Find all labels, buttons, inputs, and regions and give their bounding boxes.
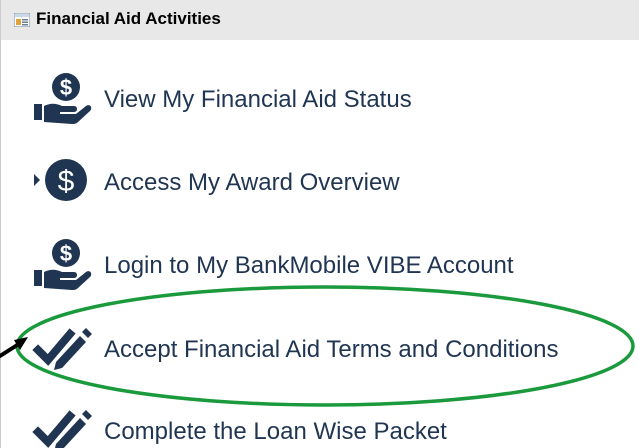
item-label: Access My Award Overview	[104, 169, 400, 196]
item-label: Login to My BankMobile VIBE Account	[104, 252, 514, 279]
expand-arrow-icon	[34, 174, 40, 186]
panel-left-border	[0, 40, 1, 448]
link-view-financial-aid-status[interactable]: $ View My Financial Aid Status	[30, 68, 610, 128]
panel-header: Financial Aid Activities	[0, 0, 639, 40]
item-label: Complete the Loan Wise Packet	[104, 418, 447, 445]
pointer-arrow-icon	[0, 340, 24, 358]
link-access-award-overview[interactable]: $ Access My Award Overview	[30, 151, 610, 211]
financial-aid-activities-panel: Financial Aid Activities $ View My Finan…	[0, 0, 639, 448]
svg-text:$: $	[58, 165, 75, 198]
item-label: Accept Financial Aid Terms and Condition…	[104, 336, 559, 363]
panel-title: Financial Aid Activities	[36, 9, 221, 28]
link-complete-loan-wise-packet[interactable]: Complete the Loan Wise Packet	[30, 400, 610, 448]
svg-text:$: $	[60, 75, 72, 100]
link-accept-terms-and-conditions[interactable]: Accept Financial Aid Terms and Condition…	[30, 318, 610, 378]
dollar-circle-icon: $	[34, 159, 87, 201]
item-label: View My Financial Aid Status	[104, 86, 412, 113]
dollar-hand-icon: $	[34, 73, 92, 124]
svg-text:$: $	[60, 241, 72, 266]
check-pen-icon	[32, 410, 92, 448]
list-panel-icon	[14, 13, 30, 27]
dollar-hand-icon: $	[34, 239, 92, 290]
check-pen-icon	[32, 328, 92, 370]
link-login-bankmobile-vibe[interactable]: $ Login to My BankMobile VIBE Account	[30, 234, 610, 294]
